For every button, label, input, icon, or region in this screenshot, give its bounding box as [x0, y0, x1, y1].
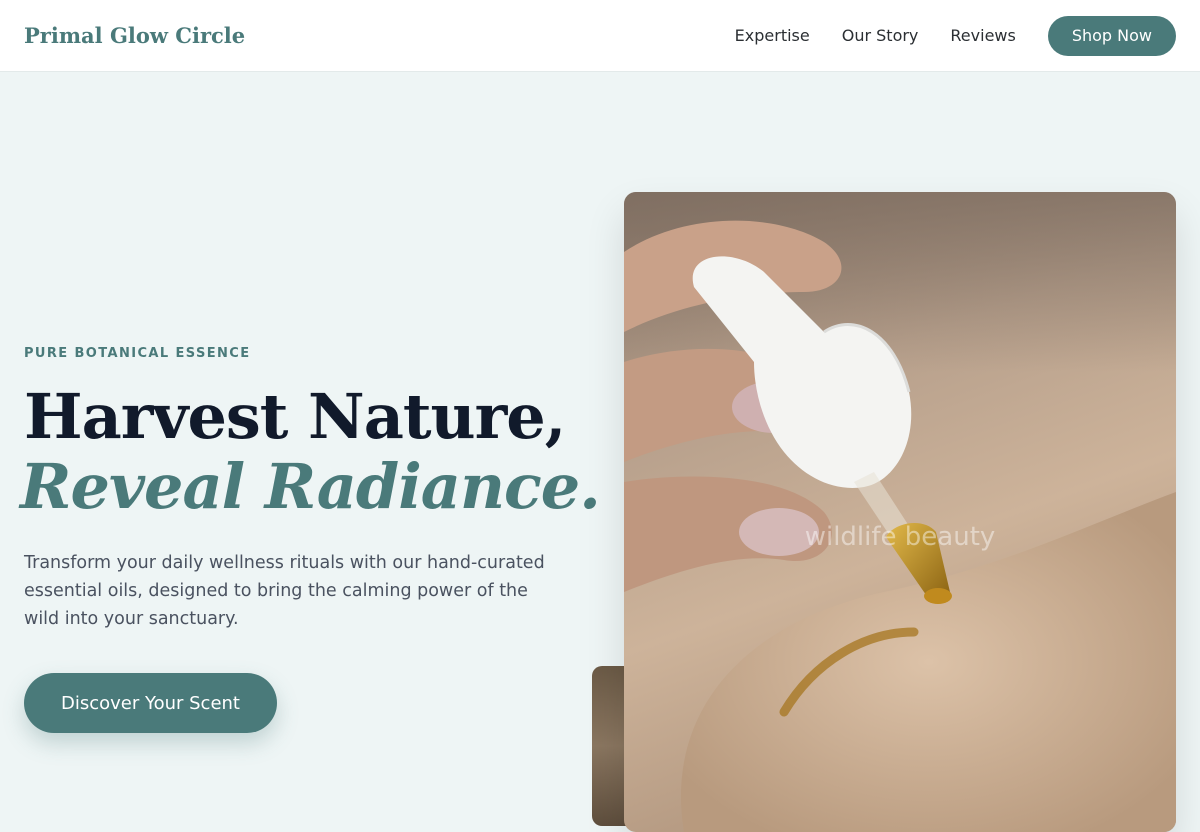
nav-link-our-story[interactable]: Our Story — [842, 26, 919, 45]
hero-eyebrow: PURE BOTANICAL ESSENCE — [24, 346, 251, 361]
top-navbar: Primal Glow Circle Expertise Our Story R… — [0, 0, 1200, 72]
hero-headline-line1: Harvest Nature, — [24, 380, 566, 453]
hero-image: wildlife beauty — [624, 192, 1176, 832]
hero-headline-line2: Reveal Radiance. — [20, 450, 601, 523]
image-caption: wildlife beauty — [804, 522, 996, 552]
hero-description: Transform your daily wellness rituals wi… — [24, 553, 545, 629]
brand-logo[interactable]: Primal Glow Circle — [24, 23, 245, 48]
discover-scent-button[interactable]: Discover Your Scent — [24, 673, 277, 733]
nav-link-reviews[interactable]: Reviews — [950, 26, 1015, 45]
main-nav: Expertise Our Story Reviews Shop Now — [735, 15, 1176, 56]
shop-now-button[interactable]: Shop Now — [1047, 15, 1176, 56]
hero-headline: Harvest Nature, Reveal Radiance. — [20, 380, 601, 522]
nav-link-expertise[interactable]: Expertise — [735, 26, 810, 45]
oil-dropper-illustration — [624, 192, 1176, 832]
